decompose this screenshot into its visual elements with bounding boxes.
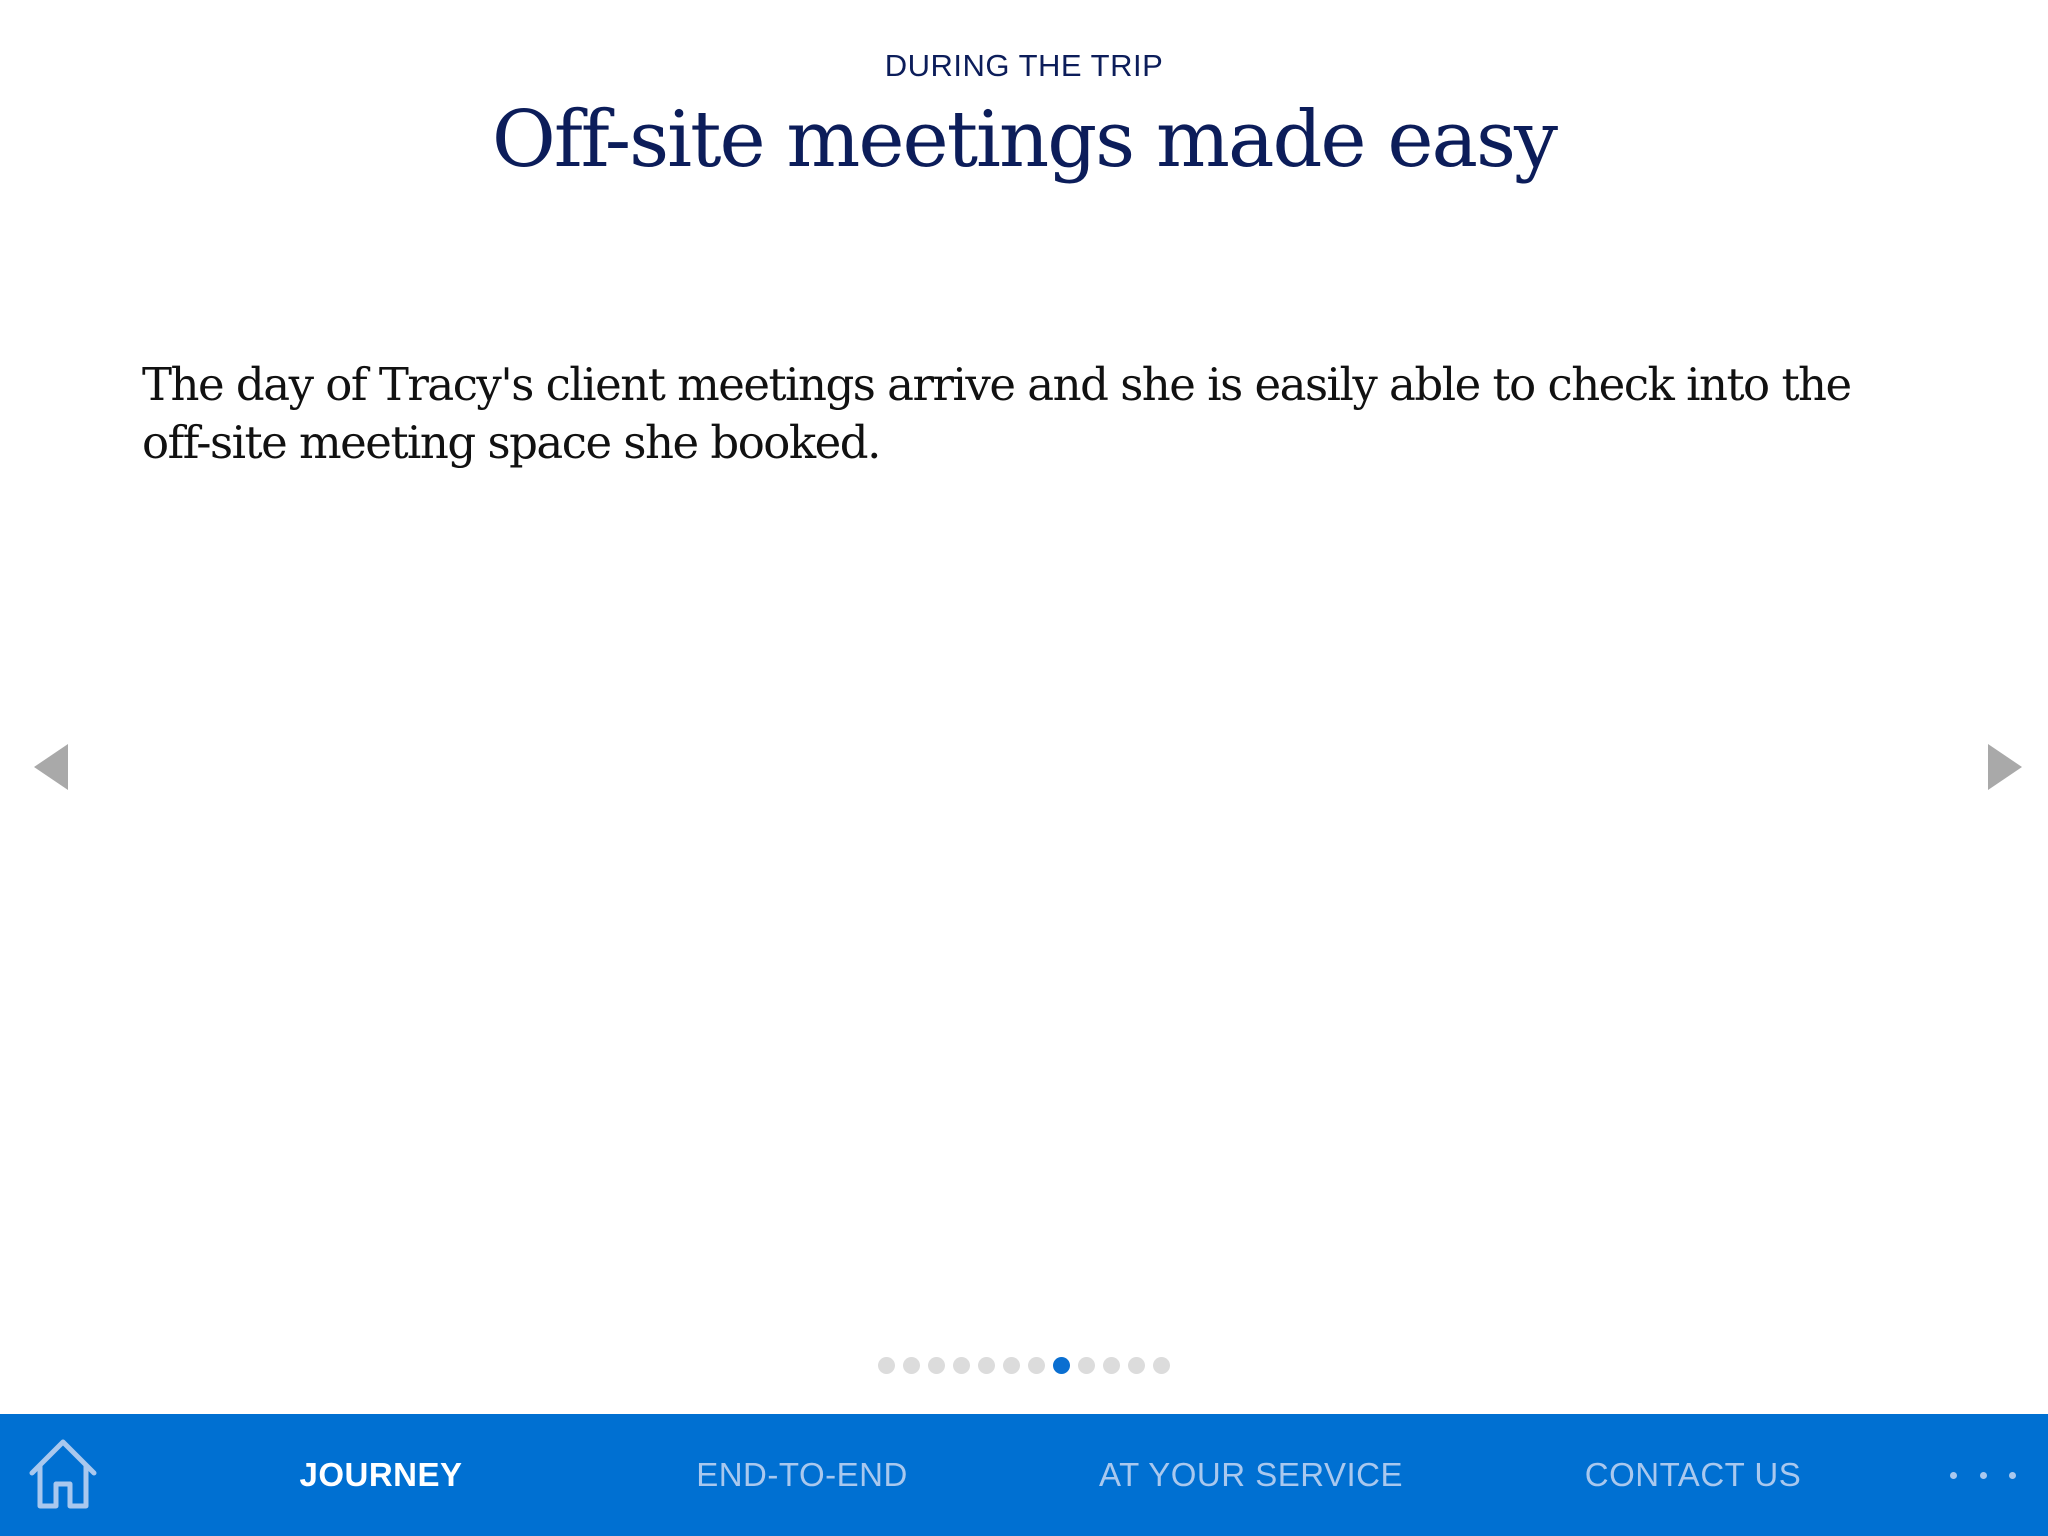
page-dot[interactable] [1003,1357,1020,1374]
page-dot-active[interactable] [1053,1357,1070,1374]
slide-page: DURING THE TRIP Off-site meetings made e… [0,0,2048,1536]
more-horizontal-icon[interactable] [1950,1414,2016,1536]
page-dot[interactable] [1028,1357,1045,1374]
home-button[interactable] [26,1436,100,1512]
section-eyebrow: DURING THE TRIP [884,48,1164,83]
more-dot [2009,1471,2016,1479]
nav-tab-contact-us[interactable]: CONTACT US [1585,1414,1801,1536]
more-dot [1950,1471,1957,1479]
page-dot[interactable] [1153,1357,1170,1374]
page-dot[interactable] [1103,1357,1120,1374]
nav-tab-end-to-end[interactable]: END-TO-END [696,1414,908,1536]
page-dot[interactable] [903,1357,920,1374]
page-dot[interactable] [1078,1357,1095,1374]
page-dot[interactable] [953,1357,970,1374]
more-dot [1979,1471,1987,1479]
bottom-nav-bar: JOURNEY END-TO-END AT YOUR SERVICE CONTA… [0,1414,2048,1536]
next-slide-icon[interactable] [1988,744,2022,790]
page-dot[interactable] [978,1357,995,1374]
page-title: Off-site meetings made easy [491,95,1558,185]
page-dot[interactable] [1128,1357,1145,1374]
body-paragraph: The day of Tracy's client meetings arriv… [142,358,1852,469]
page-dot[interactable] [878,1357,895,1374]
previous-slide-icon[interactable] [34,744,68,790]
home-icon [29,1439,97,1509]
pagination-dots [0,1357,2048,1374]
page-dot[interactable] [928,1357,945,1374]
nav-tab-at-your-service[interactable]: AT YOUR SERVICE [1099,1414,1403,1536]
nav-tab-journey[interactable]: JOURNEY [299,1414,462,1536]
